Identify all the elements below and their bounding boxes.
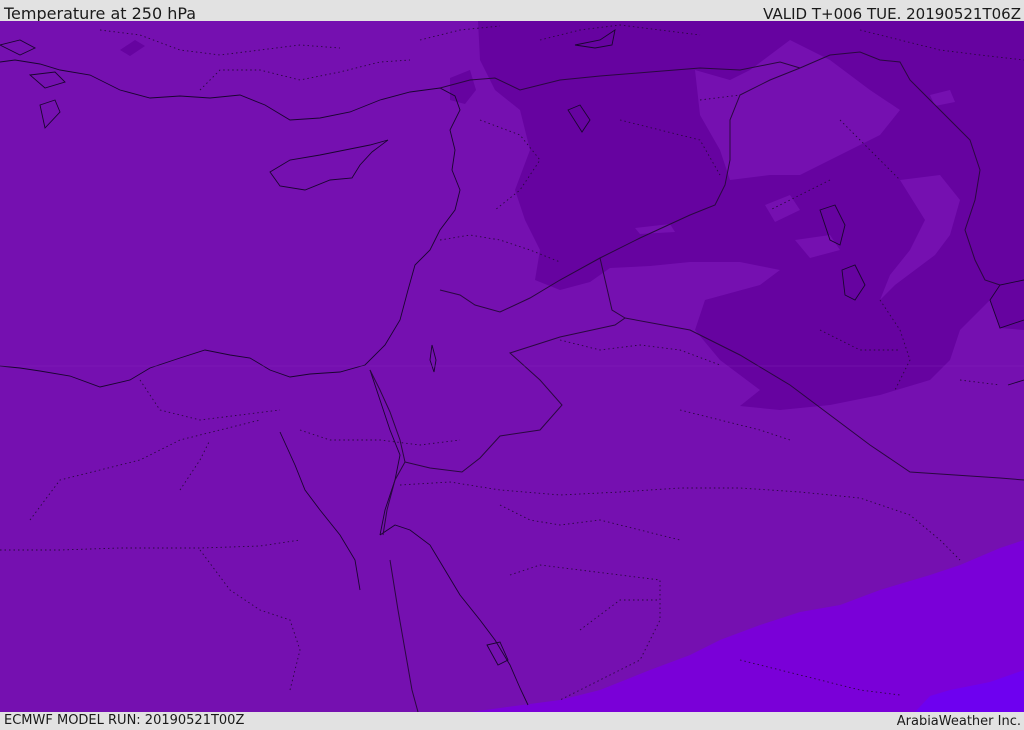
temperature-map — [0, 21, 1024, 712]
header-bar: Temperature at 250 hPa VALID T+006 TUE. … — [0, 0, 1024, 23]
credit-text: ArabiaWeather Inc. — [896, 714, 1021, 729]
model-run: ECMWF MODEL RUN: 20190521T00Z — [4, 713, 245, 728]
map-area[interactable] — [0, 21, 1024, 712]
footer-bar: ECMWF MODEL RUN: 20190521T00Z ArabiaWeat… — [0, 712, 1024, 729]
